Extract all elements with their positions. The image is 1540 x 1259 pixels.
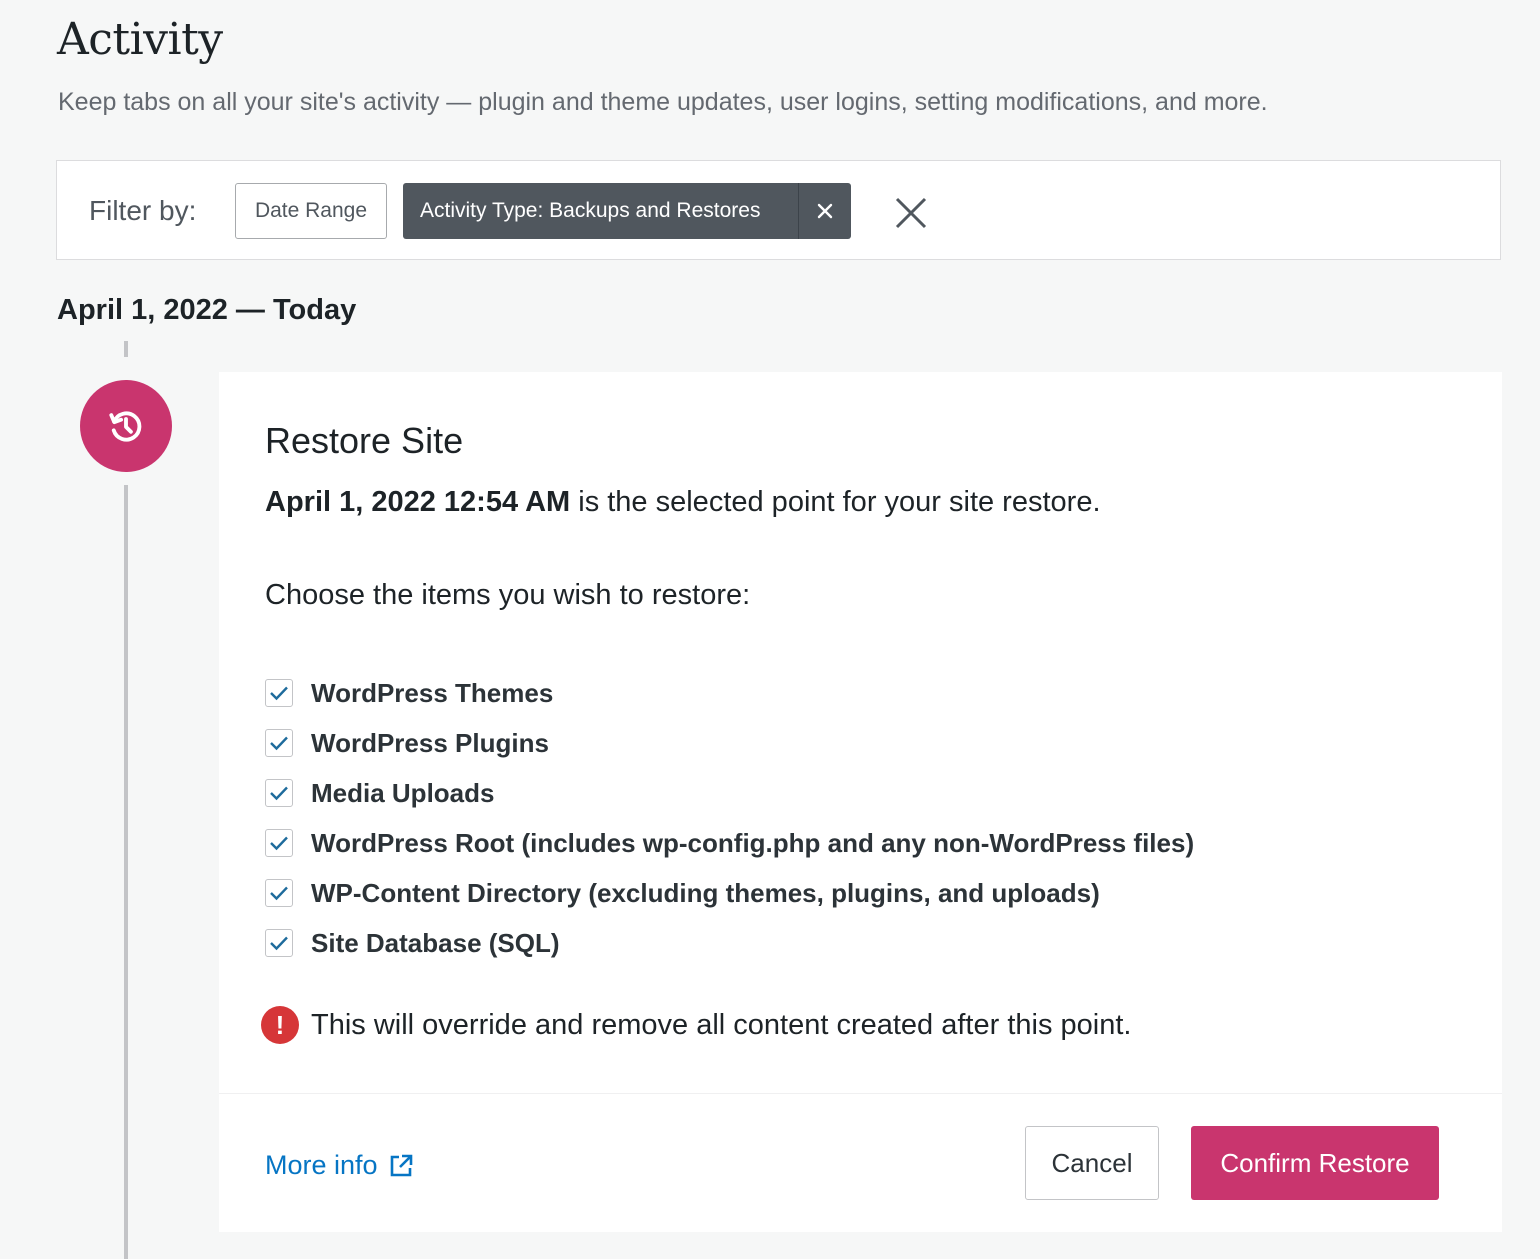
option-media-uploads[interactable]: Media Uploads <box>265 768 1194 818</box>
close-icon <box>895 197 927 229</box>
option-wordpress-root[interactable]: WordPress Root (includes wp-config.php a… <box>265 818 1194 868</box>
checkmark-icon <box>270 836 288 851</box>
warning-text: This will override and remove all conten… <box>311 1008 1132 1041</box>
warning-icon: ! <box>261 1006 299 1044</box>
option-label: WordPress Plugins <box>311 727 549 758</box>
choose-items-label: Choose the items you wish to restore: <box>265 579 751 611</box>
more-info-link[interactable]: More info <box>265 1150 414 1181</box>
option-label: Site Database (SQL) <box>311 927 560 958</box>
more-info-label: More info <box>265 1150 378 1180</box>
option-label: WordPress Root (includes wp-config.php a… <box>311 827 1195 858</box>
activity-type-filter-label: Activity Type: Backups and Restores <box>420 199 761 222</box>
timeline-event-badge <box>80 380 172 472</box>
checkbox[interactable] <box>265 679 293 707</box>
checkmark-icon <box>270 736 288 751</box>
option-label: WP-Content Directory (excluding themes, … <box>311 877 1100 908</box>
external-link-icon <box>390 1154 412 1176</box>
confirm-restore-button[interactable]: Confirm Restore <box>1191 1126 1439 1200</box>
remove-filter-button[interactable] <box>798 183 851 239</box>
restore-history-icon <box>109 411 142 442</box>
close-icon <box>817 203 833 219</box>
checkmark-icon <box>270 886 288 901</box>
date-range-heading: April 1, 2022 — Today <box>57 294 357 326</box>
checkbox[interactable] <box>265 929 293 957</box>
restore-options-list: WordPress Themes WordPress Plugins Media… <box>265 668 1194 968</box>
page-title: Activity <box>57 14 223 65</box>
activity-type-filter-chip[interactable]: Activity Type: Backups and Restores <box>403 183 851 239</box>
option-wordpress-themes[interactable]: WordPress Themes <box>265 668 1194 718</box>
cancel-button[interactable]: Cancel <box>1025 1126 1159 1200</box>
checkbox[interactable] <box>265 879 293 907</box>
restore-site-card: Restore Site April 1, 2022 12:54 AM is t… <box>219 372 1502 1232</box>
option-wordpress-plugins[interactable]: WordPress Plugins <box>265 718 1194 768</box>
option-label: WordPress Themes <box>311 677 554 708</box>
checkbox[interactable] <box>265 829 293 857</box>
checkbox[interactable] <box>265 729 293 757</box>
checkmark-icon <box>270 936 288 951</box>
option-wp-content-directory[interactable]: WP-Content Directory (excluding themes, … <box>265 868 1194 918</box>
clear-filters-button[interactable] <box>891 193 931 233</box>
checkbox[interactable] <box>265 779 293 807</box>
restore-warning: ! This will override and remove all cont… <box>261 1006 1131 1044</box>
card-divider <box>219 1093 1502 1094</box>
card-title: Restore Site <box>265 420 464 461</box>
page-subtitle: Keep tabs on all your site's activity — … <box>58 88 1268 116</box>
selected-point-datetime: April 1, 2022 12:54 AM <box>265 486 571 518</box>
option-label: Media Uploads <box>311 777 495 808</box>
date-range-button[interactable]: Date Range <box>235 183 387 239</box>
filter-bar: Filter by: Date Range Activity Type: Bac… <box>56 160 1501 260</box>
selected-point-text: April 1, 2022 12:54 AM is the selected p… <box>265 486 1101 519</box>
selected-point-description: is the selected point for your site rest… <box>570 486 1101 518</box>
checkmark-icon <box>270 786 288 801</box>
timeline-connector <box>124 341 128 357</box>
option-site-database[interactable]: Site Database (SQL) <box>265 918 1194 968</box>
timeline-line <box>124 485 128 1259</box>
filter-label: Filter by: <box>89 195 197 226</box>
checkmark-icon <box>270 686 288 701</box>
